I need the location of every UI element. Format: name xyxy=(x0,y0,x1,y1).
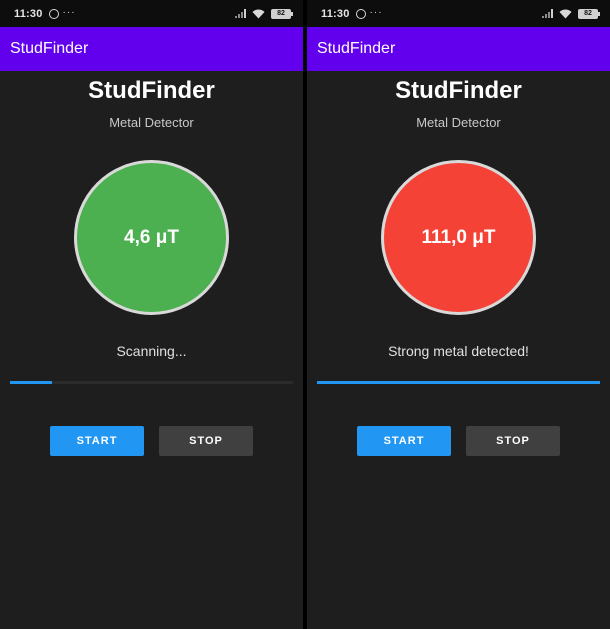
more-notifications-icon: ··· xyxy=(62,6,76,18)
field-strength-value: 4,6 μT xyxy=(124,226,179,248)
app-bar: StudFinder xyxy=(0,27,303,71)
signal-icon xyxy=(235,9,246,18)
field-strength-gauge: 4,6 μT xyxy=(74,160,229,315)
stop-button[interactable]: STOP xyxy=(159,426,253,456)
status-time: 11:30 xyxy=(14,7,43,20)
page-subtitle: Metal Detector xyxy=(109,115,194,130)
detection-progress-fill xyxy=(10,381,53,384)
main-content: StudFinder Metal Detector 111,0 μT Stron… xyxy=(307,71,610,629)
battery-icon: 82 xyxy=(578,8,600,19)
page-title: StudFinder xyxy=(395,77,522,104)
app-bar-title: StudFinder xyxy=(317,40,396,57)
field-strength-gauge: 111,0 μT xyxy=(381,160,536,315)
app-bar: StudFinder xyxy=(307,27,610,71)
more-notifications-icon: ··· xyxy=(369,6,383,18)
phone-screen-right: 11:30 ··· 82 StudFinder StudFinder Metal… xyxy=(307,0,610,629)
field-strength-value: 111,0 μT xyxy=(421,226,496,248)
page-subtitle: Metal Detector xyxy=(416,115,501,130)
stop-button[interactable]: STOP xyxy=(466,426,560,456)
page-title: StudFinder xyxy=(88,77,215,104)
signal-icon xyxy=(542,9,553,18)
status-bar: 11:30 ··· 82 xyxy=(0,0,303,27)
detection-progress-bar xyxy=(10,381,293,384)
detection-progress-fill xyxy=(317,381,600,384)
wifi-icon xyxy=(559,9,572,18)
detection-progress-bar xyxy=(317,381,600,384)
status-bar: 11:30 ··· 82 xyxy=(307,0,610,27)
detection-status: Strong metal detected! xyxy=(388,343,529,359)
start-button[interactable]: START xyxy=(357,426,451,456)
battery-icon: 82 xyxy=(271,8,293,19)
whatsapp-icon xyxy=(48,8,59,19)
phone-screen-left: 11:30 ··· 82 StudFinder StudFinder Metal… xyxy=(0,0,303,629)
whatsapp-icon xyxy=(355,8,366,19)
detection-status: Scanning... xyxy=(116,343,187,359)
main-content: StudFinder Metal Detector 4,6 μT Scannin… xyxy=(0,71,303,629)
app-bar-title: StudFinder xyxy=(10,40,89,57)
status-time: 11:30 xyxy=(321,7,350,20)
wifi-icon xyxy=(252,9,265,18)
start-button[interactable]: START xyxy=(50,426,144,456)
